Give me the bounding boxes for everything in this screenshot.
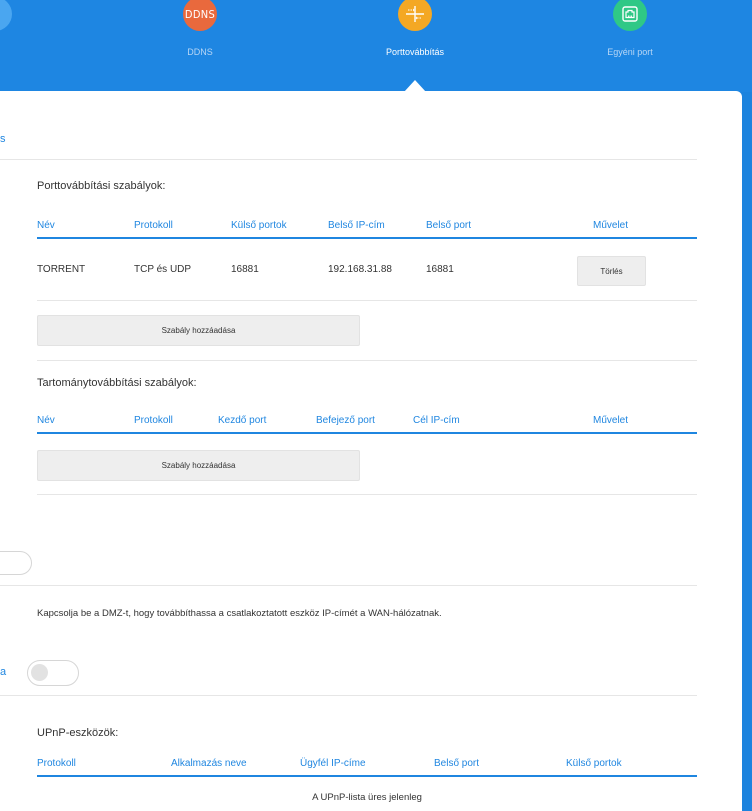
range-forwarding-rules-title: Tartománytovábbítási szabályok: [37, 377, 197, 389]
nav-item-custom-port[interactable]: Egyéni port [607, 0, 653, 60]
table-header-underline [37, 237, 697, 239]
col-header-protocol: Protokoll [134, 220, 173, 231]
col-header-app-name: Alkalmazás neve [171, 758, 247, 769]
col-header-protocol: Protokoll [134, 415, 173, 426]
port-forwarding-icon [398, 0, 432, 31]
content-card: s Porttovábbítási szabályok: Név Protoko… [0, 91, 742, 811]
col-header-action: Művelet [593, 220, 629, 231]
delete-rule-button[interactable]: Törlés [577, 256, 646, 286]
col-header-external-ports: Külső portok [566, 758, 622, 769]
nav-label-port-forwarding: Porttovábbítás [385, 47, 445, 57]
ethernet-glyph [622, 6, 638, 22]
col-header-external-ports: Külső portok [231, 220, 287, 231]
ethernet-port-icon [613, 0, 647, 31]
col-header-protocol: Protokoll [37, 758, 76, 769]
table-header-underline [37, 775, 697, 777]
add-port-rule-button[interactable]: Szabály hozzáadása [37, 315, 360, 346]
col-header-action: Művelet [593, 415, 629, 426]
col-header-internal-ip: Belső IP-cím [328, 220, 385, 231]
col-header-name: Név [37, 415, 55, 426]
nav-item-partial[interactable] [0, 0, 12, 31]
nav-label-ddns: DDNS [187, 47, 213, 57]
cell-protocol: TCP és UDP [134, 264, 192, 275]
cell-external-ports: 16881 [231, 264, 259, 275]
cell-internal-port: 16881 [426, 264, 454, 275]
toggle-knob [31, 664, 48, 681]
dmz-toggle[interactable] [0, 551, 32, 575]
divider [37, 494, 697, 495]
dmz-description: Kapcsolja be a DMZ-t, hogy továbbíthassa… [37, 608, 442, 619]
divider [0, 695, 697, 696]
col-header-internal-port: Belső port [434, 758, 480, 769]
divider [0, 585, 697, 586]
section-header-fragment: s [0, 133, 6, 145]
cell-internal-ip: 192.168.31.88 [328, 264, 392, 275]
cell-name: TORRENT [37, 264, 86, 275]
col-header-client-ip: Ügyfél IP-címe [300, 758, 366, 769]
divider [0, 159, 697, 160]
ddns-icon: DDNS [183, 0, 217, 31]
upnp-empty-message: A UPnP-lista üres jelenleg [312, 792, 422, 803]
divider [37, 360, 697, 361]
nav-item-ddns[interactable]: DDNS DDNS [178, 0, 222, 60]
nav-label-custom-port: Egyéni port [607, 47, 653, 57]
col-header-end-port: Befejező port [316, 415, 375, 426]
divider [37, 300, 697, 301]
port-forwarding-rules-title: Porttovábbítási szabályok: [37, 180, 166, 192]
port-forwarding-glyph [406, 6, 424, 22]
top-navigation: DDNS DDNS Porttovábbítás Egyéni port [0, 0, 752, 92]
upnp-label-fragment: a [0, 666, 7, 678]
add-range-rule-button[interactable]: Szabály hozzáadása [37, 450, 360, 481]
upnp-devices-title: UPnP-eszközök: [37, 727, 119, 739]
col-header-internal-port: Belső port [426, 220, 472, 231]
col-header-target-ip: Cél IP-cím [413, 415, 460, 426]
upnp-toggle[interactable] [27, 660, 79, 686]
col-header-start-port: Kezdő port [218, 415, 267, 426]
col-header-name: Név [37, 220, 55, 231]
nav-item-port-forwarding[interactable]: Porttovábbítás [386, 0, 444, 60]
table-header-underline [37, 432, 697, 434]
